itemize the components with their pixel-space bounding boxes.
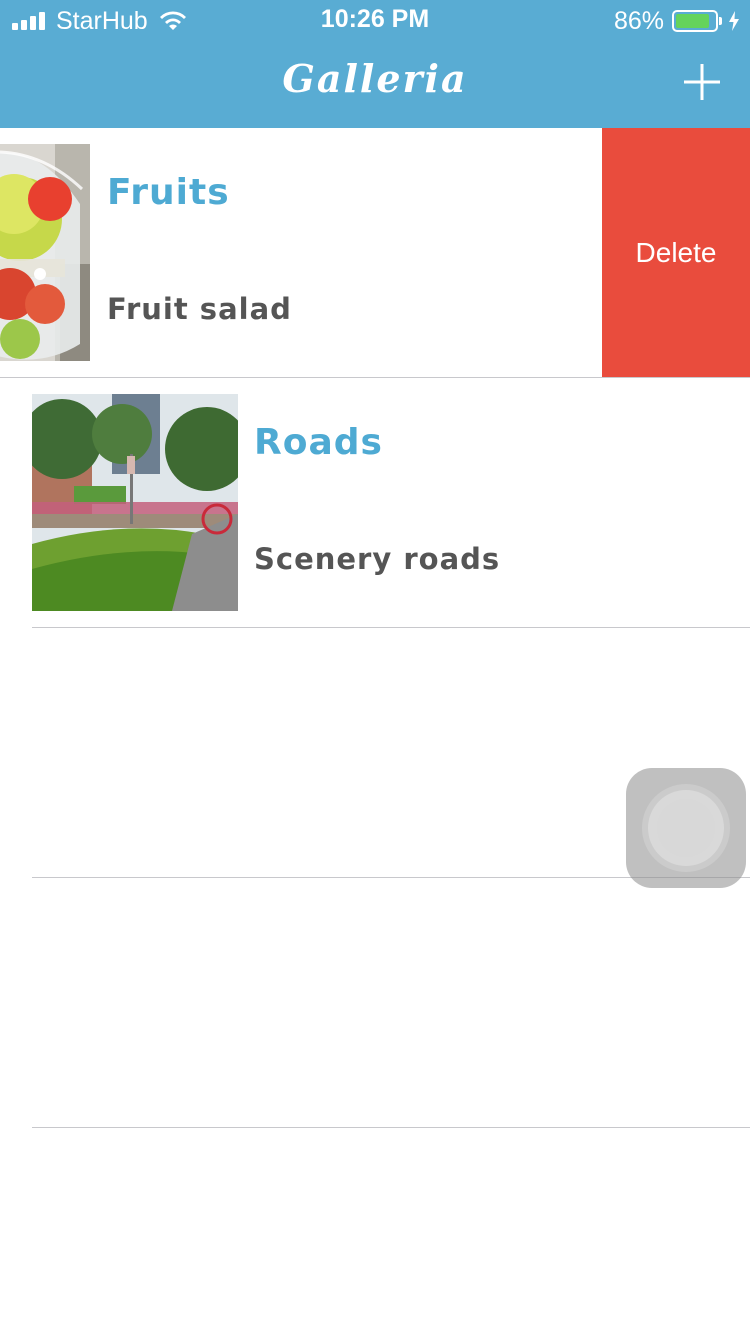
battery-tip (719, 17, 722, 25)
roads-thumbnail (32, 394, 238, 611)
empty-row (0, 878, 750, 1128)
battery-percent: 86% (613, 6, 664, 35)
navigation-bar: StarHub 10:26 PM 86% Galleria (0, 0, 750, 128)
status-right: 86% (614, 6, 740, 36)
delete-button[interactable]: Delete (602, 128, 750, 377)
app-title: Galleria (282, 56, 468, 101)
album-row-roads[interactable]: Roads Scenery roads (0, 378, 750, 628)
album-title: Roads (254, 422, 383, 463)
assistive-touch-button[interactable] (626, 768, 746, 888)
album-subtitle: Fruit salad (107, 292, 292, 326)
plus-icon[interactable] (682, 62, 722, 102)
battery-fill (676, 14, 709, 28)
row-divider (32, 1127, 750, 1128)
album-title: Fruits (107, 172, 230, 213)
assistive-core (657, 799, 715, 857)
battery-icon (672, 10, 718, 32)
status-bar: StarHub 10:26 PM 86% (0, 0, 750, 40)
fruits-thumbnail (0, 144, 90, 361)
charging-bolt-icon (729, 11, 739, 31)
album-subtitle: Scenery roads (254, 542, 501, 576)
